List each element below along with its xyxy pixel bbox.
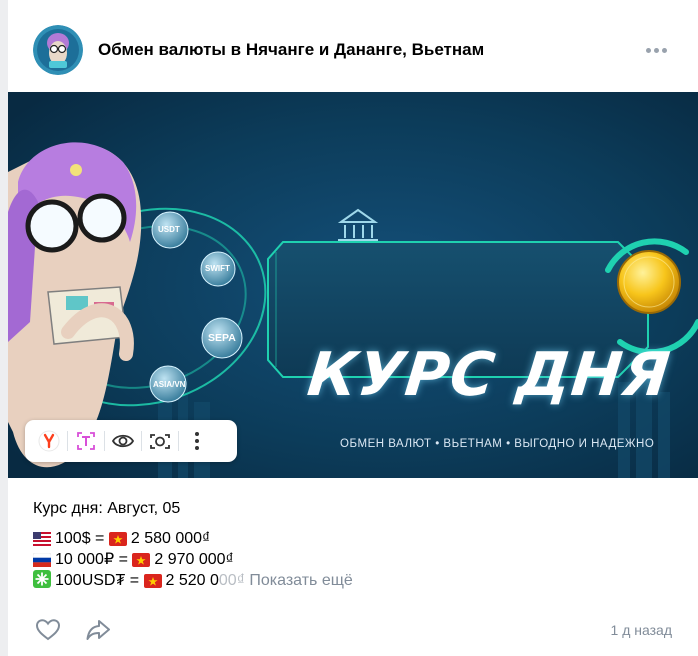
camera-icon — [150, 434, 170, 449]
post-header: Обмен валюты в Нячанге и Дананге, Вьетна… — [8, 0, 698, 92]
badge-sepa: SEPA — [208, 332, 236, 344]
post-card: Обмен валюты в Нячанге и Дананге, Вьетна… — [8, 0, 698, 656]
sparkle-emoji-icon — [33, 570, 51, 588]
rate-eq: = — [129, 572, 140, 589]
badge-asia-vn: ASIA/VN — [153, 380, 186, 389]
yandex-search-button[interactable] — [31, 420, 67, 462]
ru-flag-icon — [33, 553, 51, 567]
text-recognition-button[interactable] — [68, 420, 104, 462]
rate-from: 100USD₮ — [55, 572, 126, 589]
show-more-link[interactable]: Показать ещё — [249, 572, 352, 589]
rate-to: 2 520 0 — [165, 572, 219, 589]
image-toolbar — [25, 420, 237, 462]
eye-icon — [111, 434, 135, 448]
badge-swift: SWIFT — [205, 264, 230, 273]
like-button[interactable] — [34, 616, 64, 646]
post-more-button[interactable] — [642, 38, 670, 62]
post-time[interactable]: 1 д назад — [611, 622, 672, 638]
rate-row-usd: 100$ = 2 580 000₫ — [33, 528, 353, 549]
rate-to-faded: 00₫ — [218, 572, 245, 589]
view-button[interactable] — [105, 420, 141, 462]
vn-flag-icon — [132, 553, 151, 567]
rate-row-rub: 10 000₽ = 2 970 000₫ — [33, 549, 353, 570]
community-name[interactable]: Обмен валюты в Нячанге и Дананге, Вьетна… — [98, 40, 484, 60]
vn-flag-icon — [143, 574, 162, 588]
rate-eq: = — [118, 551, 128, 568]
post-image[interactable]: КУРС ДНЯ ОБМЕН ВАЛЮТ • ВЬЕТНАМ • ВЫГОДНО… — [8, 92, 698, 478]
badge-usdt: USDT — [158, 225, 180, 234]
yandex-search-icon — [38, 430, 60, 452]
vn-flag-icon — [108, 532, 127, 546]
us-flag-icon — [33, 532, 51, 546]
share-icon — [86, 620, 110, 640]
rate-to: 2 580 000₫ — [130, 530, 211, 547]
banner-title: КУРС ДНЯ — [304, 340, 674, 410]
rate-from: 10 000₽ — [55, 551, 115, 568]
banner-subtitle: ОБМЕН ВАЛЮТ • ВЬЕТНАМ • ВЫГОДНО И НАДЕЖН… — [340, 438, 655, 450]
text-recognition-icon — [77, 432, 95, 450]
rate-eq: = — [95, 530, 105, 547]
rate-row-usdt: 100USD₮ = 2 520 000₫ Показать ещё — [33, 570, 353, 591]
rate-from: 100$ — [55, 530, 91, 547]
heart-icon — [35, 619, 61, 641]
rate-heading: Курс дня: Август, 05 — [33, 500, 181, 517]
post-text: Курс дня: Август, 05 100$ = 2 580 000₫ 1… — [33, 498, 353, 591]
camera-button[interactable] — [142, 420, 178, 462]
post-footer: 1 д назад — [8, 612, 698, 648]
share-button[interactable] — [84, 616, 114, 646]
community-avatar[interactable] — [33, 25, 83, 75]
more-dots-icon — [645, 47, 651, 53]
rate-to: 2 970 000₫ — [154, 551, 234, 568]
toolbar-more-button[interactable] — [179, 420, 215, 462]
more-vertical-icon — [195, 432, 199, 450]
